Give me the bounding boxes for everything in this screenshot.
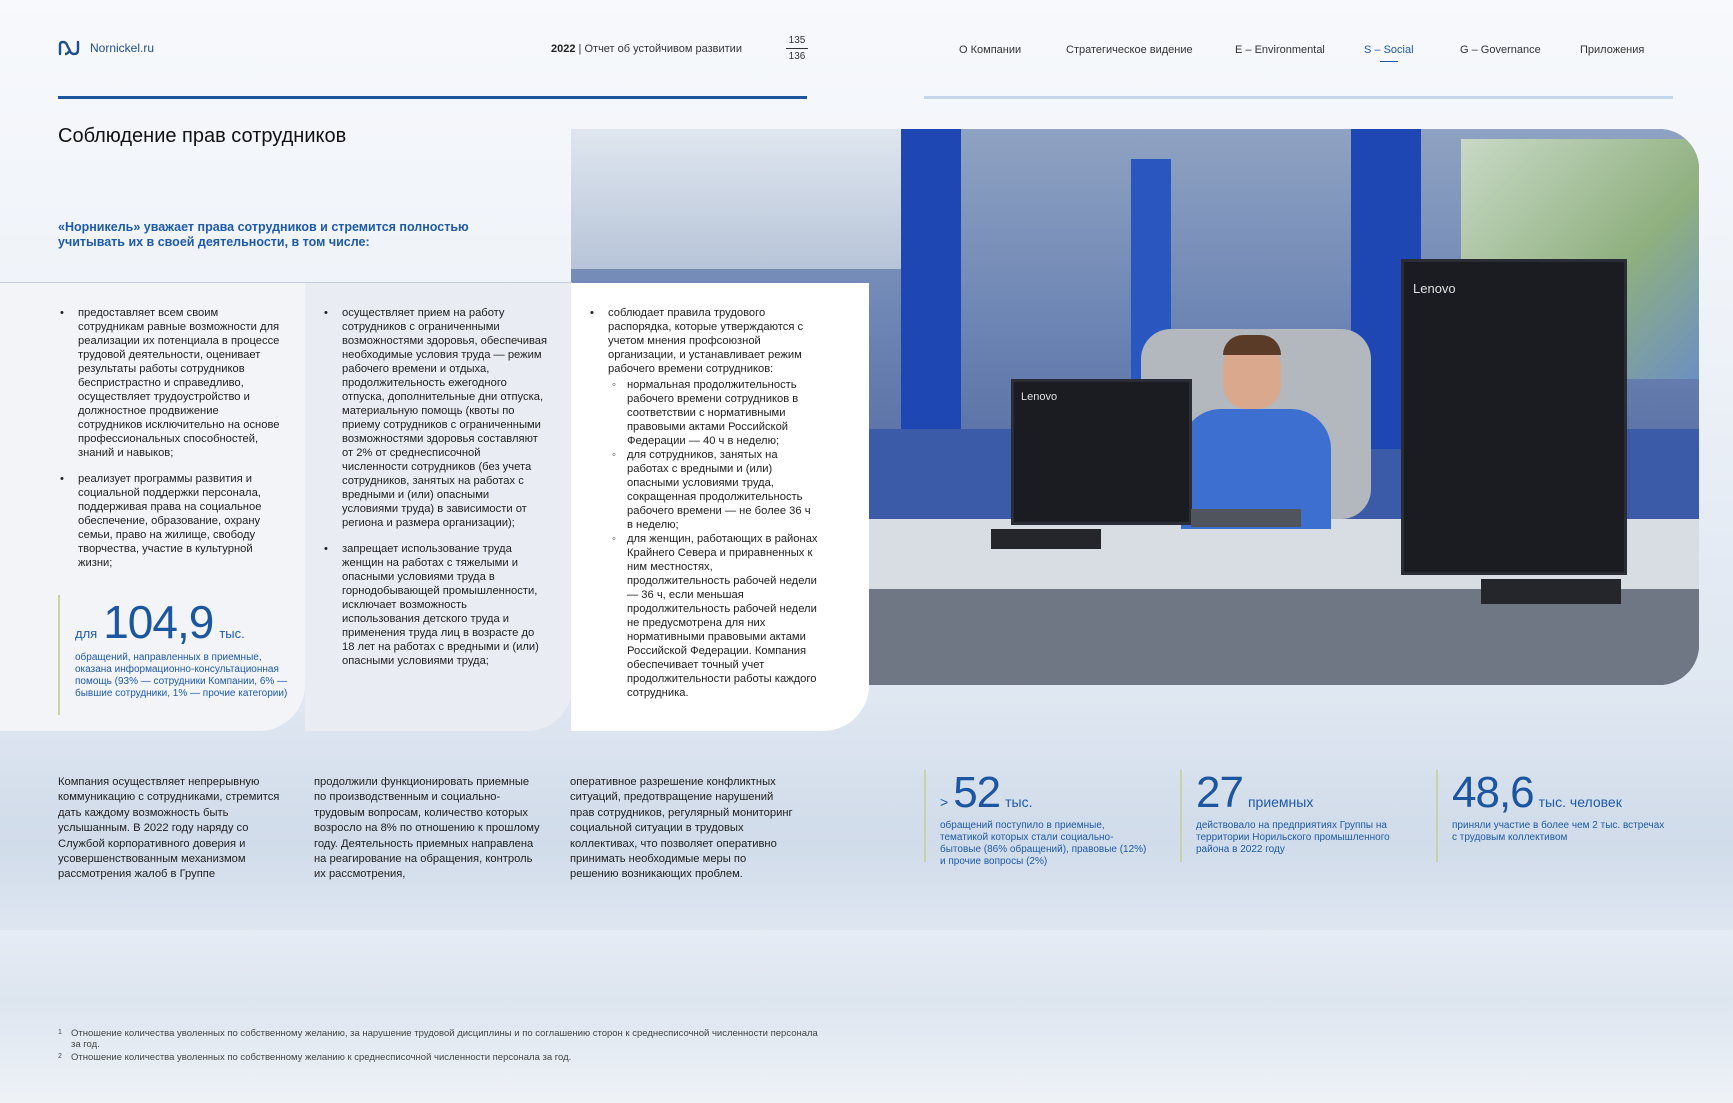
- stat-meeting-participants: 48,6 тыс. человек приняли участие в боле…: [1436, 770, 1672, 862]
- list-item: запрещает использование труда женщин на …: [322, 542, 548, 668]
- list-item: предоставляет всем своим сотрудникам рав…: [58, 306, 286, 460]
- body-paragraph-3: оперативное разрешение конфликтных ситуа…: [570, 776, 793, 881]
- header-rule-left: [58, 96, 807, 99]
- stat-unit: тыс.: [219, 626, 245, 641]
- report-name: Отчет об устойчивом развитии: [584, 43, 742, 55]
- stat-description: приняли участие в более чем 2 тыс. встре…: [1452, 820, 1665, 843]
- report-year: 2022: [551, 43, 576, 55]
- column-3: соблюдает правила трудового распорядка, …: [588, 306, 818, 712]
- lead-divider: [0, 282, 572, 283]
- stat-reception-offices: 27 приемных действовало на предприятиях …: [1180, 770, 1396, 862]
- nav-social[interactable]: S – Social: [1364, 44, 1414, 62]
- nav-governance[interactable]: G – Governance: [1460, 44, 1541, 56]
- header-rule-right: [924, 96, 1673, 99]
- operator-figure: [1181, 335, 1331, 529]
- stat-prefix: >: [940, 794, 949, 810]
- footnote-mark: 1: [58, 1029, 62, 1036]
- nornickel-logo-icon: [58, 40, 80, 56]
- body-paragraph-1: Компания осуществляет непрерывную коммун…: [58, 776, 280, 881]
- stat-appeals-received: > 52 тыс. обращений поступило в приемные…: [924, 768, 1150, 867]
- list-item: осуществляет прием на работу сотрудников…: [322, 306, 548, 530]
- stat-value: 104,9: [103, 596, 214, 648]
- footnote-text: Отношение количества уволенных по собств…: [71, 1028, 818, 1050]
- list-item-text: соблюдает правила трудового распорядка, …: [608, 307, 804, 375]
- body-paragraph-2: продолжили функционировать приемные по п…: [314, 776, 540, 881]
- footnote-1: 1 Отношение количества уволенных по собс…: [58, 1028, 818, 1050]
- stat-unit: приемных: [1247, 794, 1314, 810]
- footnote-text: Отношение количества уволенных по собств…: [71, 1052, 572, 1063]
- nav-strategy[interactable]: Стратегическое видение: [1066, 44, 1193, 56]
- site-logo-link[interactable]: Nornickel.ru: [58, 40, 154, 56]
- page-current: 135: [788, 35, 806, 46]
- lead-text: «Норникель» уважает права сотрудников и …: [58, 220, 469, 249]
- page-total: 136: [788, 51, 806, 62]
- stat-prefix: для: [75, 626, 98, 641]
- stat-description: действовало на предприятиях Группы на те…: [1196, 820, 1390, 855]
- monitor-brand: Lenovo: [1413, 281, 1456, 296]
- monitor-brand: Lenovo: [1021, 391, 1058, 403]
- site-name: Nornickel.ru: [90, 41, 155, 55]
- report-title: 2022 | Отчет об устойчивом развитии: [551, 43, 742, 55]
- column-1: предоставляет всем своим сотрудникам рав…: [58, 306, 286, 582]
- list-item: соблюдает правила трудового распорядка, …: [588, 306, 818, 700]
- stat-value: 48,6: [1452, 768, 1535, 817]
- stat-description: обращений поступило в приемные, тематико…: [940, 820, 1147, 867]
- stat-appeals-consulted: для 104,9 тыс. обращений, направленных в…: [58, 595, 295, 715]
- stat-value: 27: [1196, 768, 1244, 817]
- nav-about[interactable]: О Компании: [959, 44, 1021, 56]
- sub-list-item: для сотрудников, занятых на работах с вр…: [608, 448, 818, 532]
- stat-description: обращений, направленных в приемные, оказ…: [75, 652, 288, 699]
- column-2: осуществляет прием на работу сотрудников…: [322, 306, 548, 680]
- footnote-2: 2 Отношение количества уволенных по собс…: [58, 1052, 818, 1063]
- page-title: Соблюдение прав сотрудников: [58, 125, 347, 147]
- page-counter: 135 136: [786, 34, 808, 63]
- stat-value: 52: [953, 768, 1001, 817]
- nav-environmental[interactable]: E – Environmental: [1235, 44, 1325, 56]
- sub-list-item: нормальная продолжительность рабочего вр…: [608, 378, 818, 448]
- sub-list-item: для женщин, работающих в районах Крайнег…: [608, 532, 818, 700]
- stat-unit: тыс. человек: [1538, 794, 1622, 810]
- background-snow: [0, 930, 1733, 1103]
- nav-appendices[interactable]: Приложения: [1580, 44, 1644, 56]
- stat-unit: тыс.: [1005, 794, 1033, 810]
- list-item: реализует программы развития и социально…: [58, 472, 286, 570]
- footnote-mark: 2: [58, 1053, 62, 1060]
